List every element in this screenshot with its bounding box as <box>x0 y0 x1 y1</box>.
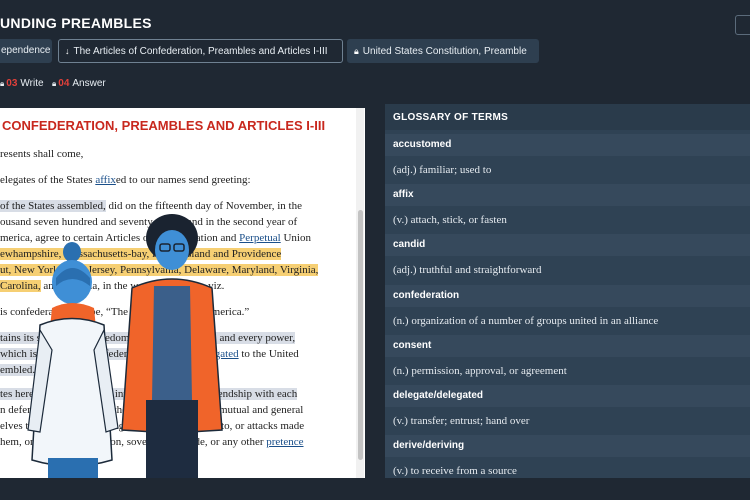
glossary-heading: GLOSSARY OF TERMS <box>385 104 750 130</box>
glossary-entry[interactable]: confederation (n.) organization of a num… <box>385 285 750 335</box>
glossary-definition: (n.) organization of a number of groups … <box>393 315 659 327</box>
glossary-link-pretence[interactable]: pretence <box>266 436 303 448</box>
step-write[interactable]: 🔒︎ 03 Write <box>0 78 44 89</box>
lock-icon: 🔒︎ <box>0 79 5 88</box>
glossary-entry[interactable]: candid (adj.) truthful and straightforwa… <box>385 234 750 284</box>
step-label: Answer <box>72 78 106 89</box>
text-span: ed to our names send greeting: <box>115 174 251 186</box>
glossary-definition: (v.) attach, stick, or fasten <box>393 214 507 226</box>
arrow-down-icon: ↓ <box>65 46 70 56</box>
glossary-term: affix <box>385 184 750 206</box>
glossary-term: delegate/delegated <box>385 385 750 407</box>
tab-declaration[interactable]: ependence <box>0 39 52 63</box>
glossary-entry[interactable]: derive/deriving (v.) to receive from a s… <box>385 435 750 478</box>
glossary-entry[interactable]: delegate/delegated (v.) transfer; entrus… <box>385 385 750 435</box>
tab-label: The Articles of Confederation, Preambles… <box>73 46 328 57</box>
step-label: Write <box>20 78 44 89</box>
reader-scroll-thumb[interactable] <box>358 210 363 460</box>
glossary-link-perpetual[interactable]: Perpetual <box>239 232 281 244</box>
glossary-entry[interactable]: accustomed (adj.) familiar; used to <box>385 134 750 184</box>
glossary-link-affix[interactable]: affix <box>95 174 116 186</box>
text-span: elegates of the States <box>0 174 96 186</box>
glossary-term: derive/deriving <box>385 435 750 457</box>
step-number: 04 <box>58 78 70 89</box>
glossary-entry[interactable]: affix (v.) attach, stick, or fasten <box>385 184 750 234</box>
lock-icon: 🔒︎ <box>52 79 57 88</box>
glossary-definition: (adj.) familiar; used to <box>393 164 492 176</box>
tab-label: ependence <box>1 45 51 56</box>
boy-character <box>121 214 223 500</box>
text-line: elegates of the States affixed to our na… <box>0 172 251 188</box>
text-line: resents shall come, <box>0 146 83 162</box>
text-span: Union <box>280 232 311 244</box>
glossary-term: accustomed <box>385 134 750 156</box>
document-title: CONFEDERATION, PREAMBLES AND ARTICLES I-… <box>2 118 326 133</box>
tab-articles[interactable]: ↓ The Articles of Confederation, Preamble… <box>58 39 343 63</box>
glossary-panel: GLOSSARY OF TERMS accustomed (adj.) fami… <box>385 104 750 478</box>
glossary-term: consent <box>385 335 750 357</box>
glossary-definition: (adj.) truthful and straightforward <box>393 264 542 276</box>
girl-character <box>27 242 119 500</box>
menu-button[interactable] <box>735 15 750 35</box>
step-number: 03 <box>6 78 18 89</box>
glossary-term: confederation <box>385 285 750 307</box>
tab-label: United States Constitution, Preamble <box>362 46 527 57</box>
tab-constitution[interactable]: 🔒︎ United States Constitution, Preamble <box>347 39 539 63</box>
step-answer[interactable]: 🔒︎ 04 Answer <box>52 78 106 89</box>
glossary-definition: (v.) to receive from a source <box>393 465 517 477</box>
app-title: UNDING PREAMBLES <box>0 15 152 31</box>
characters-illustration <box>27 214 223 500</box>
glossary-entry[interactable]: consent (n.) permission, approval, or ag… <box>385 335 750 385</box>
bottom-bar <box>0 478 750 500</box>
top-bar: UNDING PREAMBLES ependence ↓ The Articles… <box>0 0 750 108</box>
text-span: to the United <box>238 348 299 360</box>
glossary-term: candid <box>385 234 750 256</box>
glossary-definition: (n.) permission, approval, or agreement <box>393 365 567 377</box>
text-span: resents shall come, <box>0 148 84 160</box>
glossary-definition: (v.) transfer; entrust; hand over <box>393 415 530 427</box>
lock-icon: 🔒︎ <box>354 46 359 56</box>
